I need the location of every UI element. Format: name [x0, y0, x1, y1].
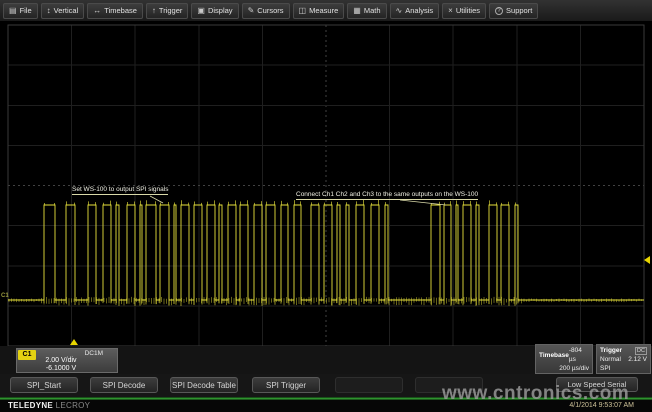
menu-item-measure[interactable]: ◫Measure: [293, 3, 345, 19]
menu-item-label: Cursors: [257, 6, 283, 15]
descriptor-row: C1 DC1M 2.00 V/div -6.1000 V Timebase -8…: [0, 346, 652, 374]
menu-item-timebase[interactable]: ↔Timebase: [87, 3, 143, 19]
timebase-icon: ↔: [93, 7, 101, 15]
channel-coupling: DC1M: [85, 350, 103, 357]
measure-icon: ◫: [299, 7, 307, 15]
trigger-mode: Normal: [600, 355, 621, 364]
trigger-time-marker[interactable]: [70, 339, 78, 345]
brand-logo: TELEDYNE LECROY: [8, 401, 90, 410]
annotation-leader-1: [150, 196, 163, 203]
annotation-connect-channels: Connect Ch1 Ch2 and Ch3 to the same outp…: [296, 191, 478, 200]
c1-trace-spikes: [44, 200, 518, 306]
trigger-level-marker[interactable]: [644, 256, 650, 264]
watermark: www.cntronics.com: [442, 383, 629, 405]
analysis-icon: ∿: [396, 7, 403, 15]
annotation-set-ws100: Set WS-100 to output SPI signals: [72, 186, 168, 195]
menubar: ▤File↕Vertical↔Timebase↑Trigger▣Display✎…: [0, 0, 652, 22]
menu-item-label: File: [20, 6, 32, 15]
menu-item-label: Display: [208, 6, 233, 15]
menu-item-analysis[interactable]: ∿Analysis: [390, 3, 440, 19]
menu-item-label: Support: [506, 6, 532, 15]
c1-trace: [8, 205, 644, 300]
trigger-source: SPI: [600, 364, 610, 373]
menu-item-label: Measure: [309, 6, 338, 15]
menu-item-trigger[interactable]: ↑Trigger: [146, 3, 188, 19]
toolbar-button-spi-decode-table[interactable]: SPI Decode Table: [170, 377, 238, 393]
utilities-icon: ×: [448, 7, 453, 15]
menu-item-label: Timebase: [104, 6, 137, 15]
toolbar-button-spi-decode[interactable]: SPI Decode: [90, 377, 158, 393]
toolbar-button-spi-start[interactable]: SPI_Start: [10, 377, 78, 393]
file-icon: ▤: [9, 7, 17, 15]
display-icon: ▣: [197, 7, 205, 15]
timebase-label: Timebase: [539, 351, 569, 360]
support-icon: ?: [495, 7, 503, 15]
timebase-scale: 200 µs/div: [559, 364, 589, 373]
brand-teledyne: TELEDYNE: [8, 401, 53, 410]
menubar-items: ▤File↕Vertical↔Timebase↑Trigger▣Display✎…: [3, 3, 541, 19]
menu-item-support[interactable]: ?Support: [489, 3, 538, 19]
cursors-icon: ✎: [248, 7, 255, 15]
c1-trace-noise: [9, 297, 642, 306]
menu-item-utilities[interactable]: ×Utilities: [442, 3, 486, 19]
trigger-label: Trigger: [600, 346, 622, 355]
timebase-delay: -804 µs: [569, 346, 589, 364]
menu-item-display[interactable]: ▣Display: [191, 3, 238, 19]
channel-c1-descriptor[interactable]: C1 DC1M 2.00 V/div -6.1000 V: [16, 348, 118, 373]
trigger-level: 2.12 V: [628, 355, 647, 364]
brand-lecroy: LECROY: [56, 401, 91, 410]
trigger-coupling-badge: DC: [635, 347, 647, 355]
channel-volts-per-div: 2.00 V/div: [17, 357, 105, 364]
menu-item-label: Vertical: [54, 6, 79, 15]
menu-item-file[interactable]: ▤File: [3, 3, 38, 19]
menu-item-label: Math: [364, 6, 381, 15]
vertical-icon: ↕: [47, 7, 51, 15]
menu-item-label: Utilities: [456, 6, 480, 15]
menu-item-label: Trigger: [159, 6, 182, 15]
trace-label-c1: C1: [1, 293, 9, 299]
toolbar-button-spi-trigger[interactable]: SPI Trigger: [252, 377, 320, 393]
timebase-descriptor[interactable]: Timebase -804 µs 200 µs/div 100 kS 50 MS…: [535, 344, 593, 374]
trigger-descriptor[interactable]: Trigger DC Normal 2.12 V SPI: [596, 344, 651, 374]
menu-item-cursors[interactable]: ✎Cursors: [242, 3, 290, 19]
math-icon: ▦: [353, 7, 361, 15]
menu-item-label: Analysis: [405, 6, 433, 15]
annotation-leader-2: [400, 200, 446, 205]
menu-item-vertical[interactable]: ↕Vertical: [41, 3, 85, 19]
oscilloscope-screen: ▤File↕Vertical↔Timebase↑Trigger▣Display✎…: [0, 0, 652, 412]
channel-offset: -6.1000 V: [17, 365, 105, 372]
toolbar-empty-slot: [335, 377, 403, 393]
menu-item-math[interactable]: ▦Math: [347, 3, 386, 19]
trigger-icon: ↑: [152, 7, 156, 15]
